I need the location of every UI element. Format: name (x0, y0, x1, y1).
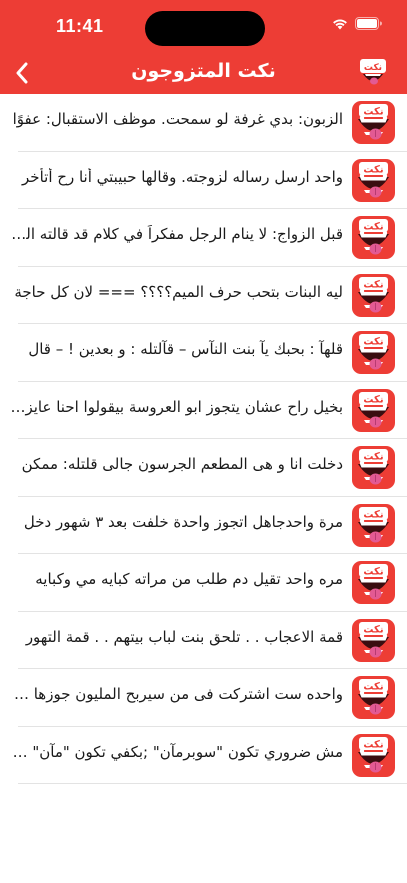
icon-logo-text: نكت (363, 509, 383, 520)
app-logo-icon: نكت (360, 59, 386, 85)
joke-preview-text: قبل الزواج: لا ينام الرجل مفكراً في كلام… (10, 225, 343, 243)
laughing-face-icon: نكت (352, 158, 395, 202)
status-icons (331, 17, 383, 30)
icon-logo-text: نكت (363, 682, 383, 693)
joke-list-item[interactable]: نكت واحد ارسل رساله لزوجته. وقالها حبيبت… (0, 152, 407, 209)
icon-logo-text: نكت (363, 452, 383, 463)
wifi-icon (333, 19, 347, 30)
laughing-face-icon: نكت (352, 618, 395, 662)
laughing-face-icon: نكت (352, 216, 395, 259)
laughing-face-icon: نكت (352, 446, 395, 489)
joke-list-item[interactable]: نكت قبل الزواج: لا ينام الرجل مفكراً في … (0, 209, 407, 267)
joke-preview-text: الزبون: بدي غرفة لو سمحت. موظف الاستقبال… (12, 110, 343, 128)
joke-list: نكت الزبون: بدي غرفة لو سمحت. موظف الاست… (0, 94, 407, 784)
laughing-face-icon: نكت (352, 273, 395, 317)
icon-logo-text: نكت (363, 279, 383, 290)
row-divider (18, 783, 407, 784)
laughing-face-icon: نكت (352, 388, 395, 432)
icon-logo-text: نكت (363, 567, 383, 578)
laughing-face-icon: نكت (352, 331, 395, 374)
icon-logo-text: نكت (363, 164, 383, 175)
page-title: نكت المتزوجون (131, 60, 276, 82)
navigation-bar: نكت المتزوجون نكت (0, 54, 407, 94)
dynamic-island (145, 11, 265, 46)
laughing-face-icon: نكت (352, 676, 395, 719)
icon-logo-text: نكت (363, 107, 383, 118)
status-time: 11:41 (56, 16, 104, 36)
joke-list-item[interactable]: نكت قلهآ : بحبك يآ بنت النآس – قآلتله : … (0, 324, 407, 382)
icon-logo-text: نكت (363, 222, 383, 233)
joke-preview-text: واحد ارسل رساله لزوجته. وقالها حبيبتي أن… (22, 167, 343, 186)
laughing-face-icon: نكت (352, 561, 395, 604)
joke-list-item[interactable]: نكت واحده ست اشتركت فى من سيربح المليون … (0, 669, 407, 727)
joke-list-item[interactable]: نكت ليه البنات بتحب حرف الميم؟؟؟؟ === لا… (0, 267, 407, 324)
joke-preview-text: مره واحد تقيل دم طلب من مراته كبايه مي و… (35, 570, 343, 588)
joke-list-item[interactable]: نكت مره واحد تقيل دم طلب من مراته كبايه … (0, 554, 407, 612)
joke-list-item[interactable]: نكت بخيل راح عشان يتجوز ابو العروسة بيقو… (0, 382, 407, 439)
joke-preview-text: مرة واحدجاهل اتجوز واحدة خلفت بعد ٣ شهور… (23, 512, 343, 531)
battery-icon (355, 17, 382, 30)
app-header: 11:41 نكت المتزوجون نكت (0, 0, 407, 94)
icon-logo-text: نكت (363, 394, 383, 405)
joke-preview-text: قمة الاعجاب . . تلحق بنت لباب بيتهم . . … (25, 627, 343, 646)
icon-logo-text: نكت (363, 739, 383, 750)
joke-list-item[interactable]: نكت قمة الاعجاب . . تلحق بنت لباب بيتهم … (0, 612, 407, 669)
icon-logo-text: نكت (363, 337, 383, 348)
joke-preview-text: مش ضروري تكون "سوبرمآن" ;بكفي تكون "مآن"… (10, 742, 343, 761)
joke-list-item[interactable]: نكت مرة واحدجاهل اتجوز واحدة خلفت بعد ٣ … (0, 497, 407, 554)
laughing-face-icon: نكت (352, 101, 395, 144)
joke-preview-text: بخيل راح عشان يتجوز ابو العروسة بيقولوا … (10, 397, 343, 416)
joke-list-item[interactable]: نكت دخلت انا و هى المطعم الجرسون جالى قل… (0, 439, 407, 497)
joke-preview-text: دخلت انا و هى المطعم الجرسون جالى قلتله:… (21, 455, 343, 473)
joke-preview-text: ليه البنات بتحب حرف الميم؟؟؟؟ === لان كل… (14, 282, 343, 301)
joke-preview-text: واحده ست اشتركت فى من سيربح المليون جوزه… (10, 685, 343, 703)
status-bar: 11:41 (0, 0, 407, 54)
joke-list-item[interactable]: نكت مش ضروري تكون "سوبرمآن" ;بكفي تكون "… (0, 727, 407, 784)
icon-logo-text: نكت (363, 624, 383, 635)
app-logo-text: نكت (364, 63, 382, 73)
joke-preview-text: قلهآ : بحبك يآ بنت النآس – قآلتله : و بع… (28, 340, 343, 358)
joke-list-item[interactable]: نكت الزبون: بدي غرفة لو سمحت. موظف الاست… (0, 94, 407, 152)
laughing-face-icon: نكت (352, 503, 395, 547)
laughing-face-icon: نكت (352, 733, 395, 777)
